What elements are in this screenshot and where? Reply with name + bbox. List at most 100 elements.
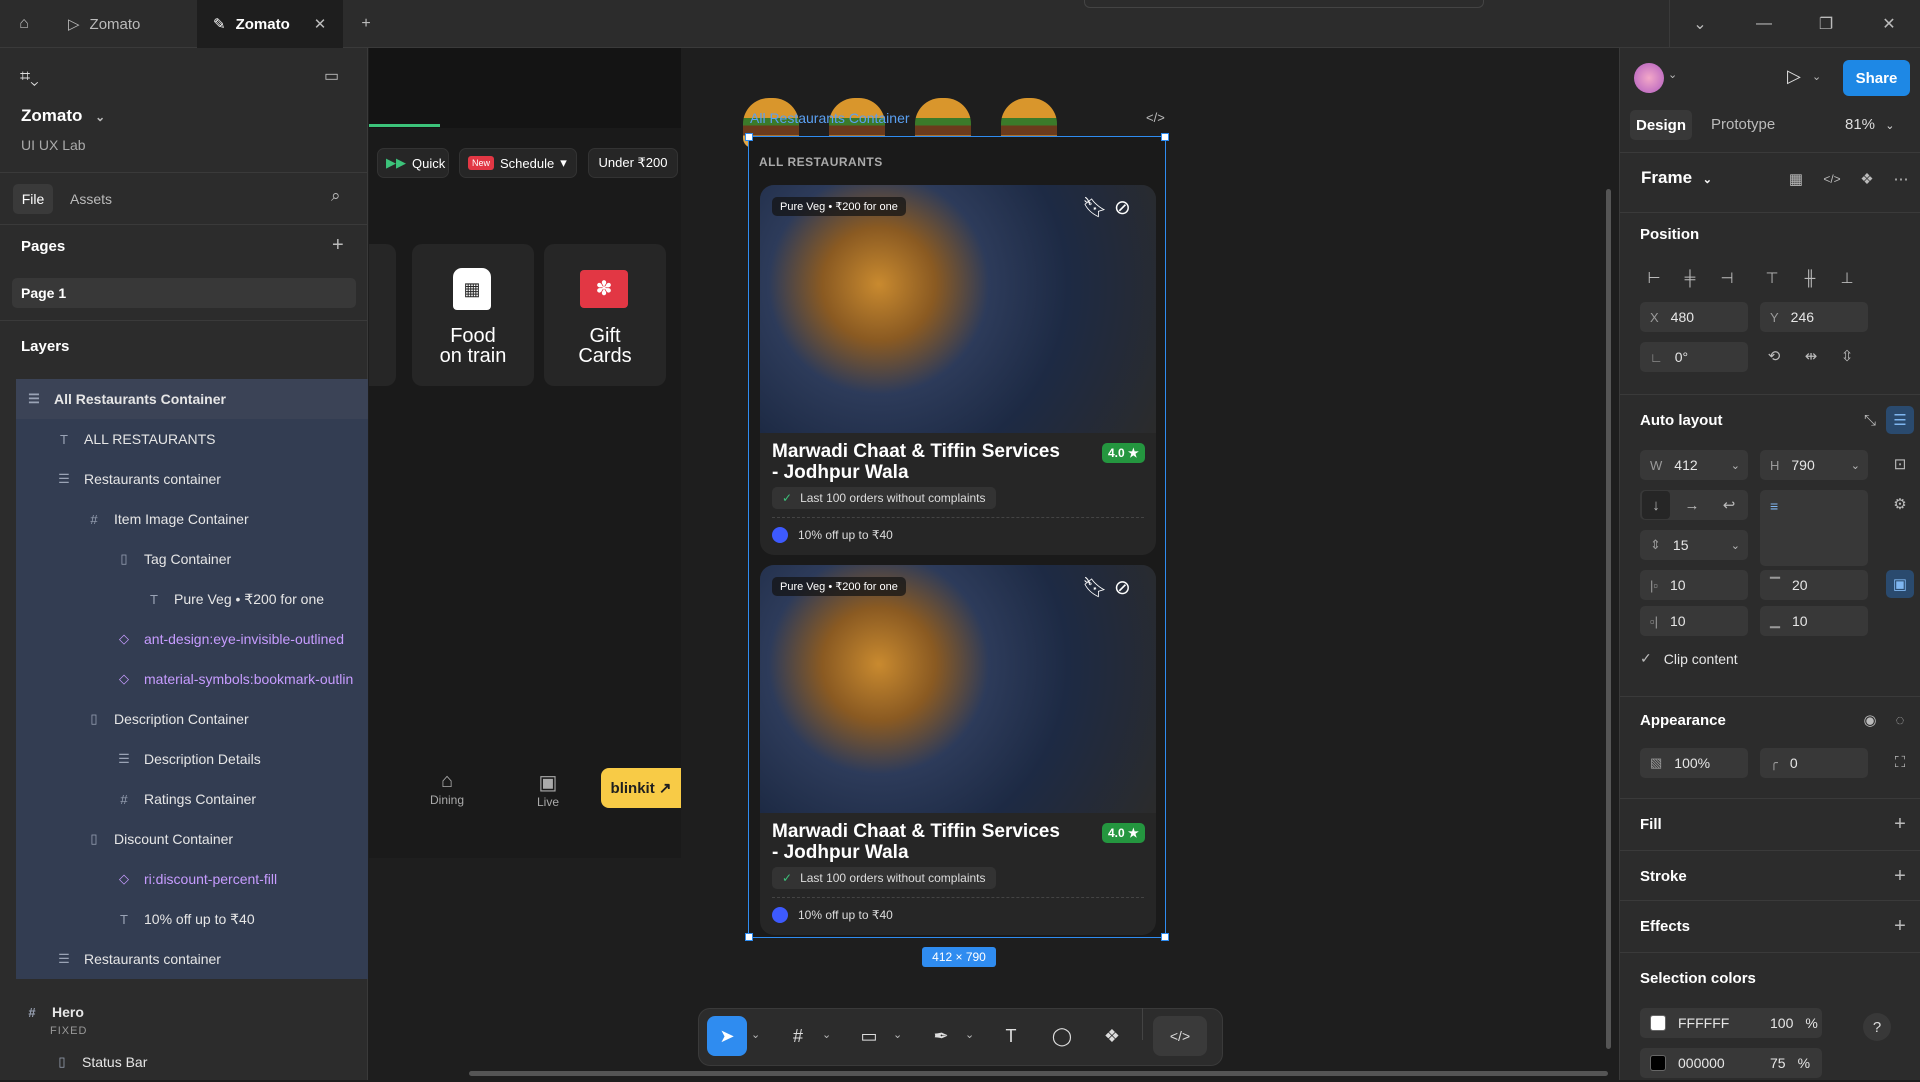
eye-invisible-icon[interactable]: ⊘	[1114, 195, 1131, 220]
layer-item[interactable]: # Ratings Container	[16, 779, 368, 819]
layer-item[interactable]: ◇ ri:discount-percent-fill	[16, 859, 368, 899]
tile-food-on-train[interactable]: ▦ Food on train	[412, 244, 534, 386]
layer-item[interactable]: ☰ Restaurants container	[16, 459, 368, 499]
new-tab-icon[interactable]: +	[354, 12, 378, 36]
chevron-down-icon[interactable]: ⌄	[1688, 12, 1712, 36]
chevron-down-icon[interactable]: ⌄	[893, 1028, 902, 1041]
expand-corners-icon[interactable]: ⛶	[1886, 748, 1914, 776]
frame-label[interactable]: All Restaurants Container	[750, 110, 910, 126]
resize-handle[interactable]	[1161, 933, 1169, 941]
restaurant-card[interactable]: Pure Veg • ₹200 for one 🔖︎ ⊘ Marwadi Chaat …	[760, 185, 1156, 555]
page-item-1[interactable]: Page 1	[12, 278, 356, 308]
move-tool-icon[interactable]: ➤	[707, 1016, 747, 1056]
frame-tool-icon[interactable]: #	[778, 1016, 818, 1056]
figma-menu-icon[interactable]: ⌗⌄	[20, 66, 39, 87]
tab-prototype[interactable]: Prototype	[1711, 116, 1775, 133]
layer-item[interactable]: ◇ material-symbols:bookmark-outlin	[16, 659, 368, 699]
eye-invisible-icon[interactable]: ⊘	[1114, 575, 1131, 600]
resize-handle[interactable]	[745, 133, 753, 141]
vertical-scrollbar[interactable]	[1606, 189, 1611, 1049]
help-button[interactable]: ?	[1863, 1013, 1891, 1041]
align-left-icon[interactable]: ⊢	[1640, 264, 1668, 292]
add-fill-icon[interactable]: +	[1886, 810, 1914, 838]
alignment-grid[interactable]: ≡	[1760, 490, 1868, 566]
resize-to-fit-icon[interactable]: ⊡	[1886, 450, 1914, 478]
layer-item[interactable]: ▯ Discount Container	[16, 819, 368, 859]
layer-item[interactable]: # Item Image Container	[16, 499, 368, 539]
code-icon[interactable]: </>	[1146, 110, 1165, 125]
filter-quick[interactable]: ▶▶ Quick	[377, 148, 449, 178]
pen-tool-icon[interactable]: ✒	[921, 1016, 961, 1056]
y-field[interactable]: Y 246	[1760, 302, 1868, 332]
tile-gift-cards[interactable]: ✽ Gift Cards	[544, 244, 666, 386]
corner-radius-field[interactable]: ╭ 0	[1760, 748, 1868, 778]
layer-item[interactable]: ◇ ant-design:eye-invisible-outlined	[16, 619, 368, 659]
chevron-down-icon[interactable]: ⌄	[1668, 68, 1677, 81]
layer-item[interactable]: ☰ Description Details	[16, 739, 368, 779]
dev-mode-toggle[interactable]: </>	[1153, 1016, 1207, 1056]
chevron-down-icon[interactable]: ⌄	[751, 1028, 760, 1041]
layer-item[interactable]: ☰ Restaurants container	[16, 939, 368, 979]
sidebar-toggle-icon[interactable]: ▭	[324, 66, 339, 86]
add-page-icon[interactable]: +	[332, 234, 344, 257]
restaurant-card[interactable]: Pure Veg • ₹200 for one 🔖︎ ⊘ Marwadi Chaat …	[760, 565, 1156, 935]
horizontal-scrollbar[interactable]	[469, 1071, 1608, 1076]
padding-right-field[interactable]: ▫| 10	[1640, 606, 1748, 636]
filter-under-200[interactable]: Under ₹200	[588, 148, 678, 178]
add-effect-icon[interactable]: +	[1886, 912, 1914, 940]
selection-color-row[interactable]: 000000 75%	[1640, 1048, 1822, 1078]
share-button[interactable]: Share	[1843, 60, 1910, 96]
component-icon[interactable]: ❖	[1853, 165, 1881, 193]
search-icon[interactable]: ⌕	[331, 186, 341, 206]
present-play-icon[interactable]: ▷	[1787, 66, 1801, 87]
independent-padding-icon[interactable]: ▣	[1886, 570, 1914, 598]
direction-vertical-icon[interactable]: ↓	[1642, 491, 1670, 519]
tab-assets[interactable]: Assets	[70, 191, 112, 207]
opacity-field[interactable]: ▧ 100%	[1640, 748, 1748, 778]
rotate-icon[interactable]: ⟲	[1760, 342, 1788, 370]
tab-file[interactable]: File	[13, 184, 53, 214]
flip-horizontal-icon[interactable]: ⇹	[1797, 342, 1825, 370]
bookmark-icon[interactable]: 🔖︎	[1082, 575, 1107, 600]
align-right-icon[interactable]: ⊣	[1713, 264, 1741, 292]
padding-top-field[interactable]: ▔ 20	[1760, 570, 1868, 600]
collapse-icon[interactable]: ⤡	[1856, 406, 1884, 434]
grid-icon[interactable]: ▦	[1782, 165, 1810, 193]
align-bottom-icon[interactable]: ⊥	[1833, 264, 1861, 292]
minimize-icon[interactable]: —	[1752, 12, 1776, 36]
zoom-control[interactable]: 81% ⌄	[1845, 116, 1894, 133]
chevron-down-icon[interactable]: ⌄	[1812, 70, 1821, 83]
x-field[interactable]: X 480	[1640, 302, 1748, 332]
flip-vertical-icon[interactable]: ⇳	[1833, 342, 1861, 370]
width-field[interactable]: W 412 ⌄	[1640, 450, 1748, 480]
tab-zomato-play[interactable]: ▷ Zomato	[52, 0, 196, 48]
layer-item[interactable]: ▯ Tag Container	[16, 539, 368, 579]
more-icon[interactable]: ⋯	[1887, 165, 1915, 193]
blinkit-button[interactable]: blinkit ↗	[601, 768, 681, 808]
padding-bottom-field[interactable]: ▁ 10	[1760, 606, 1868, 636]
tab-zomato-design[interactable]: ✎ Zomato ✕	[197, 0, 343, 48]
avatar[interactable]	[1634, 63, 1664, 93]
padding-left-field[interactable]: |▫ 10	[1640, 570, 1748, 600]
code-icon[interactable]: </>	[1818, 165, 1846, 193]
text-tool-icon[interactable]: T	[991, 1016, 1031, 1056]
add-stroke-icon[interactable]: +	[1886, 862, 1914, 890]
rectangle-tool-icon[interactable]: ▭	[849, 1016, 889, 1056]
height-field[interactable]: H 790 ⌄	[1760, 450, 1868, 480]
components-tool-icon[interactable]: ❖	[1092, 1016, 1132, 1056]
close-window-icon[interactable]: ✕	[1877, 12, 1901, 36]
selection-color-row[interactable]: FFFFFF 100%	[1640, 1008, 1822, 1038]
layer-item[interactable]: ☰ All Restaurants Container	[16, 379, 368, 419]
filter-schedule[interactable]: New Schedule ▾	[459, 148, 577, 178]
layer-item[interactable]: ▯ Description Container	[16, 699, 368, 739]
nav-live[interactable]: ▣ Live	[515, 770, 581, 809]
direction-wrap-icon[interactable]: ↩	[1715, 491, 1743, 519]
nav-dining[interactable]: ⌂ Dining	[414, 770, 480, 807]
align-middle-v-icon[interactable]: ╫	[1796, 264, 1824, 292]
chevron-down-icon[interactable]: ⌄	[965, 1028, 974, 1041]
layout-settings-icon[interactable]: ⚙	[1886, 490, 1914, 518]
resize-handle[interactable]	[745, 933, 753, 941]
align-center-h-icon[interactable]: ╪	[1676, 264, 1704, 292]
direction-horizontal-icon[interactable]: →	[1678, 491, 1706, 519]
auto-layout-toggle-icon[interactable]: ☰	[1886, 406, 1914, 434]
